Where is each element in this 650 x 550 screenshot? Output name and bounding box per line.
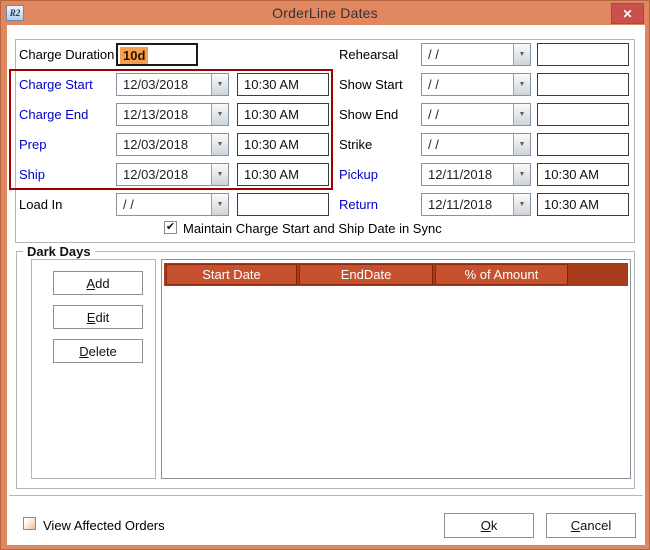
show-start-label: Show Start [339,77,403,92]
charge-duration-label: Charge Duration [19,47,114,62]
close-icon: ✕ [622,7,632,21]
rehearsal-date-combo[interactable]: / / ▼ [421,43,531,66]
charge-start-time-field[interactable]: 10:30 AM [237,73,329,96]
show-end-label: Show End [339,107,398,122]
charge-start-date-value: 12/03/2018 [117,74,211,95]
return-time-field[interactable]: 10:30 AM [537,193,629,216]
view-affected-orders-label: View Affected Orders [43,518,165,533]
strike-label: Strike [339,137,372,152]
charge-end-date-value: 12/13/2018 [117,104,211,125]
ship-label: Ship [19,167,45,182]
add-button[interactable]: Add [53,271,143,295]
charge-start-label: Charge Start [19,77,93,92]
column-header-end-date[interactable]: EndDate [299,264,433,285]
chevron-down-icon[interactable]: ▼ [513,44,530,65]
dark-days-table[interactable]: Start Date EndDate % of Amount [161,259,631,479]
ok-button[interactable]: Ok [444,513,534,538]
rehearsal-time-field[interactable] [537,43,629,66]
charge-duration-input[interactable]: 10d [116,43,198,66]
window-title: OrderLine Dates [1,5,649,21]
dark-days-table-header: Start Date EndDate % of Amount [164,263,628,286]
load-in-label: Load In [19,197,62,212]
prep-date-value: 12/03/2018 [117,134,211,155]
pickup-label: Pickup [339,167,378,182]
load-in-time-field[interactable] [237,193,329,216]
column-header-pct-amount[interactable]: % of Amount [435,264,568,285]
show-end-date-value: / / [422,104,513,125]
strike-time-field[interactable] [537,133,629,156]
chevron-down-icon[interactable]: ▼ [513,164,530,185]
edit-button[interactable]: Edit [53,305,143,329]
charge-start-date-combo[interactable]: 12/03/2018 ▼ [116,73,229,96]
sync-checkbox-label: Maintain Charge Start and Ship Date in S… [183,221,442,236]
chevron-down-icon[interactable]: ▼ [211,74,228,95]
charge-end-time-field[interactable]: 10:30 AM [237,103,329,126]
sync-checkbox[interactable]: ✔ [164,221,177,234]
strike-date-value: / / [422,134,513,155]
show-end-date-combo[interactable]: / / ▼ [421,103,531,126]
footer-separator [9,495,643,497]
show-start-time-field[interactable] [537,73,629,96]
charge-duration-value: 10d [120,47,148,64]
view-affected-orders-checkbox[interactable] [23,517,36,530]
return-date-value: 12/11/2018 [422,194,513,215]
chevron-down-icon[interactable]: ▼ [211,194,228,215]
return-label: Return [339,197,378,212]
load-in-date-combo[interactable]: / / ▼ [116,193,229,216]
charge-end-label: Charge End [19,107,88,122]
close-button[interactable]: ✕ [611,3,644,24]
rehearsal-label: Rehearsal [339,47,398,62]
orderline-dates-dialog: R2 OrderLine Dates ✕ Charge Duration 10d… [0,0,650,550]
chevron-down-icon[interactable]: ▼ [513,74,530,95]
chevron-down-icon[interactable]: ▼ [211,164,228,185]
prep-date-combo[interactable]: 12/03/2018 ▼ [116,133,229,156]
chevron-down-icon[interactable]: ▼ [513,194,530,215]
strike-date-combo[interactable]: / / ▼ [421,133,531,156]
ship-date-combo[interactable]: 12/03/2018 ▼ [116,163,229,186]
show-end-time-field[interactable] [537,103,629,126]
ship-date-value: 12/03/2018 [117,164,211,185]
pickup-date-combo[interactable]: 12/11/2018 ▼ [421,163,531,186]
check-icon: ✔ [166,221,175,233]
charge-end-date-combo[interactable]: 12/13/2018 ▼ [116,103,229,126]
show-start-date-value: / / [422,74,513,95]
chevron-down-icon[interactable]: ▼ [211,104,228,125]
load-in-date-value: / / [117,194,211,215]
rehearsal-date-value: / / [422,44,513,65]
pickup-time-field[interactable]: 10:30 AM [537,163,629,186]
return-date-combo[interactable]: 12/11/2018 ▼ [421,193,531,216]
show-start-date-combo[interactable]: / / ▼ [421,73,531,96]
delete-button[interactable]: Delete [53,339,143,363]
chevron-down-icon[interactable]: ▼ [513,134,530,155]
pickup-date-value: 12/11/2018 [422,164,513,185]
cancel-button[interactable]: Cancel [546,513,636,538]
chevron-down-icon[interactable]: ▼ [513,104,530,125]
dark-days-title: Dark Days [23,244,95,259]
column-header-start-date[interactable]: Start Date [166,264,297,285]
prep-time-field[interactable]: 10:30 AM [237,133,329,156]
chevron-down-icon[interactable]: ▼ [211,134,228,155]
ship-time-field[interactable]: 10:30 AM [237,163,329,186]
prep-label: Prep [19,137,46,152]
